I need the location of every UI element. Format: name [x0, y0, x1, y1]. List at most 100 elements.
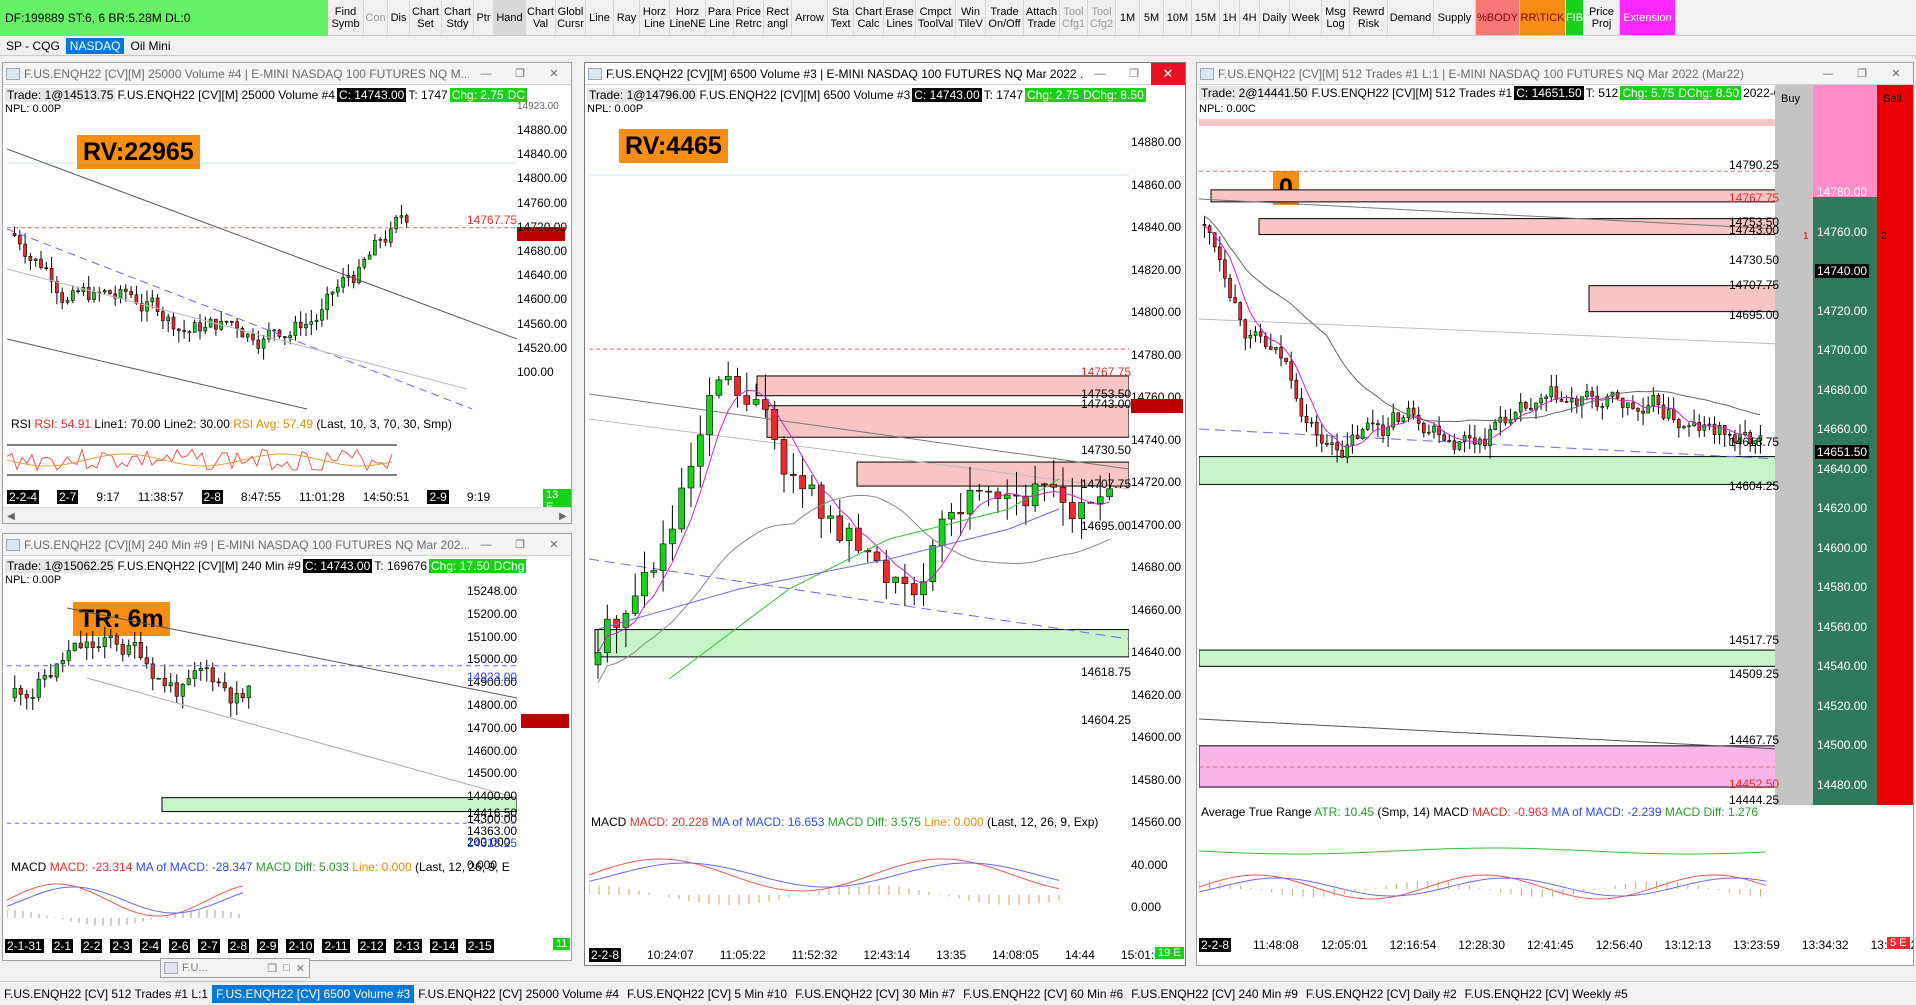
- toolbar-button-tool-cfg1[interactable]: Tool Cfg1: [1060, 0, 1088, 35]
- restore-button[interactable]: ❐: [503, 534, 537, 556]
- minimize-button[interactable]: —: [469, 63, 503, 85]
- horizontal-scrollbar[interactable]: ◀ ▶: [3, 507, 571, 523]
- toolbar-button-10m[interactable]: 10M: [1164, 0, 1192, 35]
- price-chart[interactable]: [7, 119, 517, 459]
- scroll-right-icon[interactable]: ▶: [555, 508, 571, 523]
- toolbar-button-dis[interactable]: Dis: [388, 0, 410, 35]
- toolbar-button-fib[interactable]: FIB: [1566, 0, 1584, 35]
- toolbar-button-demand[interactable]: Demand: [1388, 0, 1434, 35]
- toolbar-button-arrow[interactable]: Arrow: [792, 0, 828, 35]
- minimize-button[interactable]: —: [1811, 63, 1845, 85]
- chart-window-240-min[interactable]: F.US.ENQH22 [CV][M] 240 Min #9 | E-MINI …: [2, 533, 572, 961]
- toolbar-button-chart-set[interactable]: Chart Set: [410, 0, 442, 35]
- toolbar-button-ray[interactable]: Ray: [614, 0, 640, 35]
- price-chart[interactable]: [1199, 119, 1779, 799]
- price-chart[interactable]: [7, 578, 517, 828]
- toolbar-button-price-proj[interactable]: Price Proj: [1584, 0, 1620, 35]
- toolbar-button-cmpct-toolval[interactable]: Cmpct ToolVal: [916, 0, 956, 35]
- chartbook-tab[interactable]: NASDAQ: [65, 37, 125, 54]
- time-axis[interactable]: 2-2-4 2-7 9:17 11:38:57 2-8 8:47:55 11:01:28 14…: [7, 489, 508, 505]
- chart-window-6500-volume[interactable]: F.US.ENQH22 [CV][M] 6500 Volume #3 | E-M…: [584, 62, 1186, 966]
- chart-window-tab[interactable]: F.US.ENQH22 [CV] Weekly #5: [1461, 985, 1632, 1003]
- toolbar-button-15m[interactable]: 15M: [1192, 0, 1220, 35]
- toolbar-button-5m[interactable]: 5M: [1140, 0, 1164, 35]
- toolbar-button-attach-trade[interactable]: Attach Trade: [1024, 0, 1060, 35]
- toolbar-button-trade-on-off[interactable]: Trade On/Off: [986, 0, 1024, 35]
- window-titlebar[interactable]: F.US.ENQH22 [CV][M] 240 Min #9 | E-MINI …: [3, 534, 571, 556]
- chart-window-tab[interactable]: F.US.ENQH22 [CV] 240 Min #9: [1127, 985, 1302, 1003]
- toolbar-button-sta-text[interactable]: Sta Text: [828, 0, 854, 35]
- chart-window-tab[interactable]: F.US.ENQH22 [CV] 5 Min #10: [623, 985, 791, 1003]
- toolbar-button-win-tilev[interactable]: Win TileV: [956, 0, 986, 35]
- toolbar-button--body[interactable]: %BODY: [1476, 0, 1520, 35]
- tick-count: T: 169676: [374, 559, 427, 573]
- rsi-panel[interactable]: [7, 435, 517, 485]
- maximize-icon[interactable]: □: [283, 962, 290, 974]
- close-icon[interactable]: ✕: [296, 962, 305, 975]
- restore-icon[interactable]: ❐: [267, 962, 277, 975]
- chart-window-tab[interactable]: F.US.ENQH22 [CV] 6500 Volume #3: [212, 984, 415, 1003]
- chart-window-tab[interactable]: F.US.ENQH22 [CV] 25000 Volume #4: [414, 985, 623, 1003]
- toolbar-button-hand[interactable]: Hand: [494, 0, 526, 35]
- chartbook-tab[interactable]: Oil Mini: [126, 38, 174, 54]
- toolbar-button-msg-log[interactable]: Msg Log: [1322, 0, 1350, 35]
- close-button[interactable]: ✕: [537, 63, 571, 85]
- price-chart[interactable]: [589, 119, 1129, 879]
- toolbar-button-1h[interactable]: 1H: [1220, 0, 1240, 35]
- restore-button[interactable]: ❐: [503, 63, 537, 85]
- dom-buy-column[interactable]: [1775, 85, 1813, 805]
- window-titlebar[interactable]: F.US.ENQH22 [CV][M] 6500 Volume #3 | E-M…: [585, 63, 1185, 85]
- dom-sell-column[interactable]: [1877, 85, 1913, 805]
- candle-body: [186, 678, 191, 685]
- toolbar-button-horz-line[interactable]: Horz Line: [640, 0, 670, 35]
- toolbar-button-horz-linene[interactable]: Horz LineNE: [669, 0, 706, 35]
- restore-button[interactable]: ❐: [1845, 63, 1879, 85]
- restore-button[interactable]: ❐: [1117, 63, 1151, 85]
- toolbar-button-supply[interactable]: Supply: [1434, 0, 1476, 35]
- window-titlebar[interactable]: F.US.ENQH22 [CV][M] 25000 Volume #4 | E-…: [3, 63, 571, 85]
- time-axis[interactable]: 2-2-8 10:24:07 11:05:22 11:52:32 12:43:14 13:…: [589, 947, 1185, 963]
- dom-ladder[interactable]: Buy Sell 14780.00 14760.00 14740.00 14720.0…: [1775, 85, 1913, 871]
- close-button[interactable]: ✕: [1151, 63, 1185, 85]
- toolbar-button-find-symb[interactable]: Find Symb: [328, 0, 364, 35]
- toolbar-button-chart-calc[interactable]: Chart Calc: [854, 0, 884, 35]
- toolbar-button-erase-lines[interactable]: Erase Lines: [884, 0, 916, 35]
- toolbar-button-con[interactable]: Con: [364, 0, 388, 35]
- toolbar-button-tool-cfg2[interactable]: Tool Cfg2: [1088, 0, 1116, 35]
- close-button[interactable]: ✕: [537, 534, 571, 556]
- toolbar-button-extension[interactable]: Extension: [1620, 0, 1676, 35]
- atr-macd-panel[interactable]: [1199, 823, 1779, 933]
- toolbar-button-line[interactable]: Line: [586, 0, 614, 35]
- toolbar-button-para-line[interactable]: Para Line: [706, 0, 734, 35]
- time-axis-label: 2-9: [427, 490, 449, 504]
- toolbar-button-chart-stdy[interactable]: Chart Stdy: [442, 0, 474, 35]
- toolbar-button-daily[interactable]: Daily: [1260, 0, 1290, 35]
- window-titlebar[interactable]: F.US.ENQH22 [CV][M] 512 Trades #1 L:1 | …: [1197, 63, 1913, 85]
- chart-window-tab[interactable]: F.US.ENQH22 [CV] 512 Trades #1 L:1: [0, 985, 212, 1003]
- chart-window-512-trades[interactable]: F.US.ENQH22 [CV][M] 512 Trades #1 L:1 | …: [1196, 62, 1914, 966]
- time-axis[interactable]: 2-2-8 11:48:08 12:05:01 12:16:54 12:28:30 12:…: [1199, 937, 1913, 953]
- toolbar-button-week[interactable]: Week: [1290, 0, 1322, 35]
- chart-window-tab[interactable]: F.US.ENQH22 [CV] 30 Min #7: [791, 985, 959, 1003]
- chart-window-tab[interactable]: F.US.ENQH22 [CV] Daily #2: [1302, 985, 1461, 1003]
- toolbar-button-rewrd-risk[interactable]: Rewrd Risk: [1350, 0, 1388, 35]
- chart-window-25000-volume[interactable]: F.US.ENQH22 [CV][M] 25000 Volume #4 | E-…: [2, 62, 572, 524]
- toolbar-button-4h[interactable]: 4H: [1240, 0, 1260, 35]
- macd-panel[interactable]: [7, 878, 517, 932]
- minimize-button[interactable]: —: [469, 534, 503, 556]
- minimize-button[interactable]: —: [1083, 63, 1117, 85]
- chart-window-tab[interactable]: F.US.ENQH22 [CV] 60 Min #6: [959, 985, 1127, 1003]
- minimized-window[interactable]: F.U... ❐ □ ✕: [160, 958, 310, 978]
- time-axis[interactable]: 2-1-31 2-1 2-2 2-3 2-4 2-6 2-7 2-8 2-9 2-10 2-11 2-…: [5, 938, 502, 954]
- toolbar-button-price-retrc[interactable]: Price Retrc: [734, 0, 764, 35]
- toolbar-button-chart-val[interactable]: Chart Val: [526, 0, 556, 35]
- macd-panel[interactable]: [589, 835, 1129, 915]
- close-button[interactable]: ✕: [1879, 63, 1913, 85]
- toolbar-button-rect-angl[interactable]: Rect angl: [764, 0, 792, 35]
- chartbook-tab[interactable]: SP - CQG: [2, 38, 64, 54]
- toolbar-button-globl-cursr[interactable]: Globl Cursr: [556, 0, 586, 35]
- toolbar-button-ptr[interactable]: Ptr: [474, 0, 494, 35]
- scroll-left-icon[interactable]: ◀: [3, 508, 19, 523]
- toolbar-button-1m[interactable]: 1M: [1116, 0, 1140, 35]
- toolbar-button-rr-tick[interactable]: RR\TICK: [1520, 0, 1566, 35]
